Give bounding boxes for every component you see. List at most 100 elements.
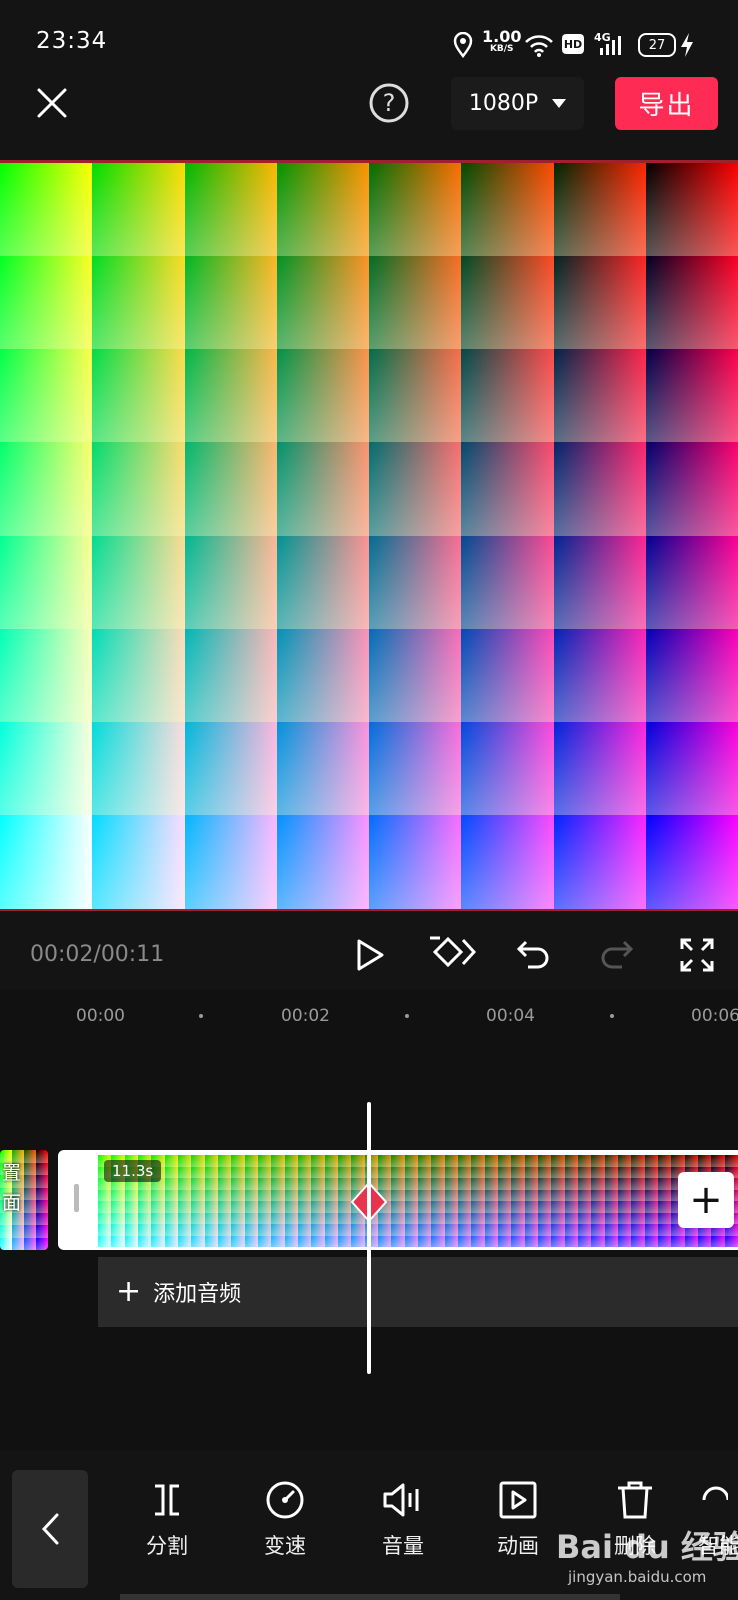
grid-cell xyxy=(461,163,555,258)
ruler-dot xyxy=(405,1014,409,1018)
time-display: 00:02/00:11 xyxy=(30,942,165,967)
grid-cell xyxy=(0,1225,13,1238)
grid-cell xyxy=(553,814,648,910)
grid-cell xyxy=(24,1162,37,1176)
location-icon xyxy=(453,32,473,58)
clip-duration: 11.3s xyxy=(104,1160,162,1182)
grid-cell xyxy=(461,256,555,351)
tool-split[interactable]: 分割 xyxy=(122,1480,212,1560)
grid-cell xyxy=(184,628,279,724)
grid-cell xyxy=(24,1212,37,1226)
wifi-icon xyxy=(525,35,553,57)
grid-cell xyxy=(36,1150,48,1163)
grid-cell xyxy=(0,163,94,258)
grid-cell xyxy=(184,721,279,817)
fullscreen-icon[interactable] xyxy=(679,937,715,973)
grid-cell xyxy=(553,442,648,537)
grid-cell xyxy=(276,535,371,631)
grid-cell xyxy=(0,442,94,537)
grid-cell xyxy=(276,349,371,444)
grid-cell xyxy=(184,349,279,444)
add-clip-button[interactable]: + xyxy=(678,1172,734,1228)
grid-cell xyxy=(276,721,371,817)
status-time: 23:34 xyxy=(36,28,108,54)
resolution-select[interactable]: 1080P xyxy=(451,77,584,130)
close-icon[interactable] xyxy=(36,87,68,119)
battery-icon: 27 xyxy=(638,33,676,57)
grid-cell xyxy=(36,1175,48,1188)
grid-cell xyxy=(0,814,94,910)
grid-cell xyxy=(0,256,94,351)
split-icon xyxy=(155,1484,179,1516)
grid-cell xyxy=(369,814,463,910)
grid-cell xyxy=(645,628,738,724)
speed-icon xyxy=(266,1481,304,1519)
gesture-bar xyxy=(120,1594,620,1600)
grid-cell xyxy=(553,349,648,444)
ruler-tick: 00:06 xyxy=(691,1006,738,1026)
grid-cell xyxy=(24,1225,37,1238)
tool-animation[interactable]: 动画 xyxy=(473,1480,563,1560)
undo-icon[interactable] xyxy=(516,938,552,972)
grid-cell xyxy=(369,256,463,351)
grid-cell xyxy=(553,628,648,724)
grid-cell xyxy=(553,163,648,258)
play-icon[interactable] xyxy=(355,938,385,972)
resolution-label: 1080P xyxy=(468,91,539,116)
cover-label: 置面 xyxy=(2,1162,22,1214)
grid-cell xyxy=(645,721,738,817)
grid-cell xyxy=(276,628,371,724)
grid-cell xyxy=(461,349,555,444)
ruler-tick: 00:04 xyxy=(486,1006,535,1026)
grid-cell xyxy=(461,535,555,631)
grid-cell xyxy=(24,1200,37,1213)
watermark-logo: Bai du 经验 xyxy=(556,1528,738,1566)
grid-cell xyxy=(0,1237,13,1250)
redo-icon[interactable] xyxy=(598,938,634,972)
back-button[interactable] xyxy=(12,1470,88,1588)
smart-icon xyxy=(702,1486,728,1501)
grid-cell xyxy=(12,1225,25,1238)
network-speed: 1.00 KB/S xyxy=(482,29,521,54)
playhead[interactable] xyxy=(367,1102,371,1374)
cover-button[interactable]: 置面 xyxy=(0,1150,48,1250)
video-preview[interactable] xyxy=(0,160,738,911)
trim-handle-left[interactable] xyxy=(74,1184,79,1212)
grid-cell xyxy=(24,1150,37,1163)
grid-cell xyxy=(645,349,738,444)
plus-icon: + xyxy=(116,1274,142,1309)
export-button[interactable]: 导出 xyxy=(615,77,718,130)
grid-cell xyxy=(276,256,371,351)
grid-cell xyxy=(0,721,94,817)
grid-cell xyxy=(645,535,738,631)
help-icon[interactable]: ? xyxy=(368,82,410,124)
grid-cell xyxy=(184,256,279,351)
speed-value: 1.00 xyxy=(482,27,522,46)
grid-cell xyxy=(92,814,186,910)
grid-cell xyxy=(553,256,648,351)
grid-cell xyxy=(92,628,186,724)
grid-cell xyxy=(369,628,463,724)
grid-cell xyxy=(645,814,738,910)
grid-cell xyxy=(184,442,279,537)
grid-cell xyxy=(645,163,738,258)
grid-cell xyxy=(645,256,738,351)
grid-cell xyxy=(369,535,463,631)
tool-speed[interactable]: 变速 xyxy=(240,1480,330,1560)
grid-cell xyxy=(461,442,555,537)
grid-cell xyxy=(553,721,648,817)
keyframe-icon[interactable] xyxy=(426,932,476,974)
grid-cell xyxy=(724,1235,738,1248)
grid-cell xyxy=(369,349,463,444)
ruler-dot xyxy=(199,1014,203,1018)
grid-cell xyxy=(24,1175,37,1188)
grid-cell xyxy=(12,1237,25,1250)
watermark-url: jingyan.baidu.com xyxy=(568,1568,707,1586)
grid-cell xyxy=(276,814,371,910)
add-audio-button[interactable]: + 添加音频 xyxy=(98,1257,738,1327)
tool-volume[interactable]: 音量 xyxy=(358,1480,448,1560)
volume-icon xyxy=(383,1483,419,1517)
grid-cell xyxy=(92,349,186,444)
grid-cell xyxy=(184,163,279,258)
grid-cell xyxy=(36,1200,48,1213)
